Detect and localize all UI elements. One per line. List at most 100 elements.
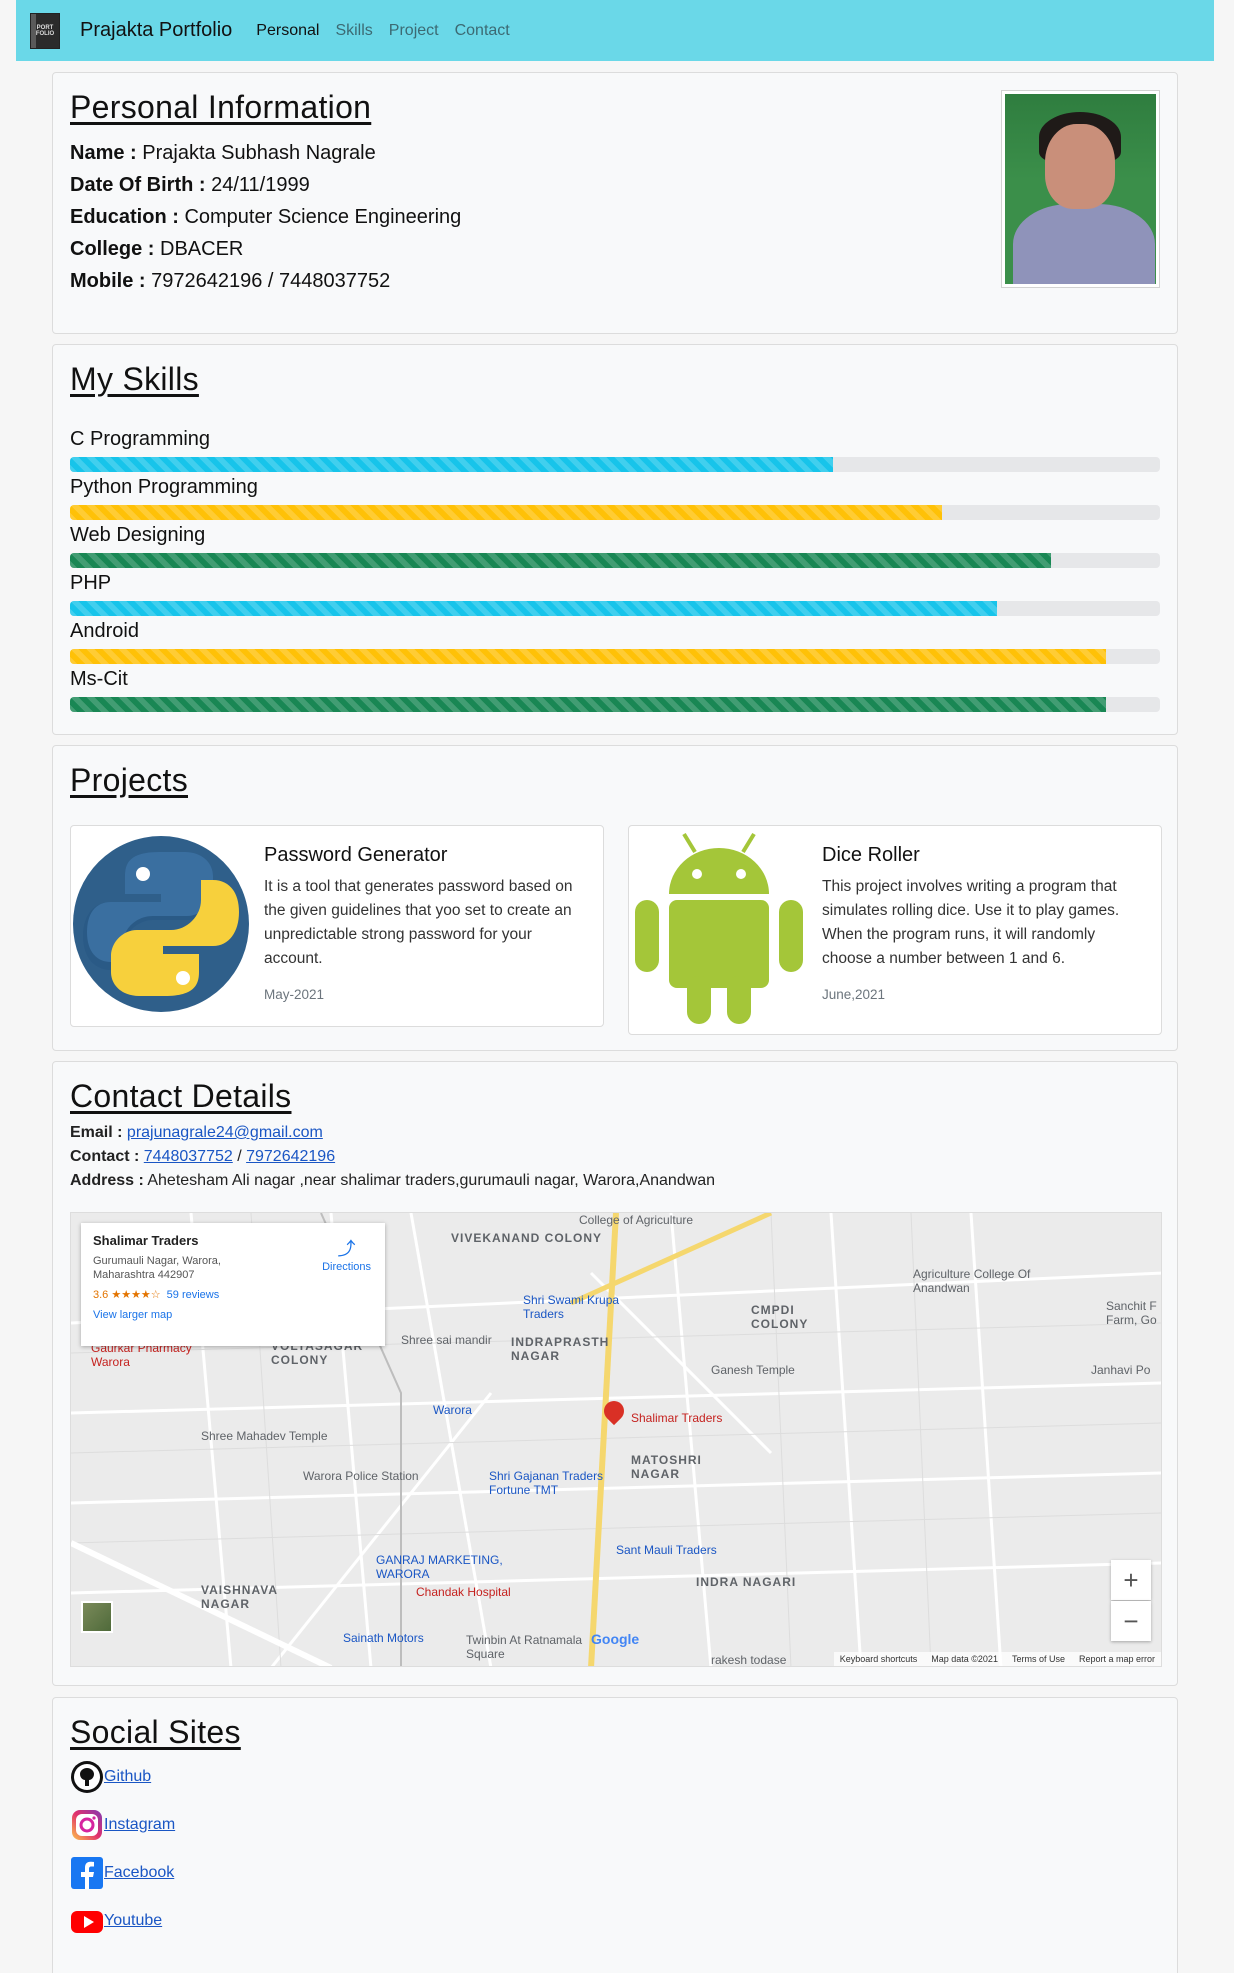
project-body: Password Generator It is a tool that gen… bbox=[264, 844, 589, 1002]
info-mobile: Mobile : 7972642196 / 7448037752 bbox=[70, 270, 391, 292]
social-item-github: Github bbox=[70, 1753, 1160, 1801]
map-label: Warora bbox=[433, 1403, 472, 1417]
skill-progress bbox=[70, 457, 1160, 472]
youtube-link[interactable]: Youtube bbox=[104, 1912, 162, 1930]
instagram-link[interactable]: Instagram bbox=[104, 1816, 175, 1834]
map-label: INDRAPRASTH NAGAR bbox=[511, 1335, 610, 1363]
phone-link-2[interactable]: 7972642196 bbox=[246, 1148, 335, 1165]
nav-link-personal[interactable]: Personal bbox=[256, 22, 319, 40]
skills-section: My Skills C Programming Python Programmi… bbox=[52, 344, 1178, 735]
map-label: MATOSHRI NAGAR bbox=[631, 1453, 702, 1481]
info-name: Name : Prajakta Subhash Nagrale bbox=[70, 142, 376, 164]
map-place-card: Shalimar Traders Gurumauli Nagar, Warora… bbox=[81, 1223, 385, 1346]
skill-label: C Programming bbox=[70, 428, 211, 450]
map-label: VIVEKANAND COLONY bbox=[451, 1231, 603, 1245]
project-date: June,2021 bbox=[822, 987, 886, 1002]
github-link[interactable]: Github bbox=[104, 1768, 151, 1786]
skill-progress-bar bbox=[70, 505, 942, 520]
map-label: Warora Police Station bbox=[303, 1469, 419, 1483]
zoom-out-button[interactable]: − bbox=[1111, 1601, 1151, 1641]
contact-info: Email : prajunagrale24@gmail.com Contact… bbox=[70, 1121, 1160, 1193]
map-label: Sant Mauli Traders bbox=[616, 1543, 717, 1557]
social-section: Social Sites Github Instagram Facebook Y… bbox=[52, 1697, 1178, 1973]
personal-section: Personal Information Name : Prajakta Sub… bbox=[52, 72, 1178, 334]
skill-progress bbox=[70, 649, 1160, 664]
map-label: Janhavi Po bbox=[1091, 1363, 1151, 1377]
map-label: GANRAJ MARKETING, WARORA bbox=[376, 1553, 503, 1581]
map-label: rakesh todase bbox=[711, 1653, 787, 1667]
contact-phone-row: Contact : 7448037752 / 7972642196 bbox=[70, 1148, 336, 1165]
phone-link-1[interactable]: 7448037752 bbox=[144, 1148, 233, 1165]
map-label: CMPDI COLONY bbox=[751, 1303, 809, 1331]
personal-title: Personal Information bbox=[70, 89, 372, 125]
skill-progress bbox=[70, 553, 1160, 568]
map-data-text: Map data ©2021 bbox=[931, 1654, 998, 1664]
skill-label: PHP bbox=[70, 572, 112, 594]
map-label: Shalimar Traders bbox=[631, 1411, 723, 1425]
map-label: Shree Mahadev Temple bbox=[201, 1429, 328, 1443]
map-label: Shree sai mandir bbox=[401, 1333, 492, 1347]
view-larger-map-link[interactable]: View larger map bbox=[93, 1309, 373, 1321]
profile-photo bbox=[1001, 90, 1160, 288]
social-title: Social Sites bbox=[70, 1714, 241, 1750]
map-label: Sainath Motors bbox=[343, 1631, 424, 1645]
social-item-facebook: Facebook bbox=[70, 1849, 1160, 1897]
navbar: PORT FOLIO Prajakta Portfolio Personal S… bbox=[16, 0, 1214, 61]
skill-progress-bar bbox=[70, 649, 1106, 664]
contact-title: Contact Details bbox=[70, 1078, 292, 1114]
skill-item: PHP bbox=[70, 570, 1160, 616]
project-card-dice-roller[interactable]: Dice Roller This project involves writin… bbox=[628, 825, 1162, 1035]
map-label: Sanchit F Farm, Go bbox=[1106, 1299, 1157, 1327]
directions-icon: ⤴ bbox=[337, 1239, 356, 1259]
facebook-icon[interactable] bbox=[70, 1856, 104, 1890]
social-item-youtube: Youtube bbox=[70, 1897, 1160, 1945]
skill-progress-bar bbox=[70, 697, 1106, 712]
map-label: Shri Swami Krupa Traders bbox=[523, 1293, 620, 1321]
map-reviews-link[interactable]: 59 reviews bbox=[167, 1289, 220, 1301]
skill-progress-bar bbox=[70, 457, 833, 472]
contact-section: Contact Details Email : prajunagrale24@g… bbox=[52, 1061, 1178, 1686]
skill-label: Android bbox=[70, 620, 139, 642]
nav-link-skills[interactable]: Skills bbox=[335, 22, 372, 40]
satellite-toggle-button[interactable] bbox=[81, 1601, 113, 1633]
youtube-icon[interactable] bbox=[70, 1904, 104, 1938]
info-dob: Date Of Birth : 24/11/1999 bbox=[70, 174, 310, 196]
google-logo: Google bbox=[591, 1631, 640, 1647]
personal-info: Name : Prajakta Subhash Nagrale Date Of … bbox=[70, 142, 1160, 293]
info-college: College : DBACER bbox=[70, 238, 244, 260]
map-label: Ganesh Temple bbox=[711, 1363, 795, 1377]
brand-title[interactable]: Prajakta Portfolio bbox=[80, 19, 232, 42]
instagram-icon[interactable] bbox=[70, 1808, 104, 1842]
contact-email-row: Email : prajunagrale24@gmail.com bbox=[70, 1124, 323, 1141]
projects-section: Projects Password Generator It is a tool… bbox=[52, 745, 1178, 1051]
info-education: Education : Computer Science Engineering bbox=[70, 206, 462, 228]
project-description: This project involves writing a program … bbox=[822, 878, 1120, 967]
map-place-rating: 3.6 ★★★★☆ 59 reviews bbox=[93, 1289, 220, 1301]
keyboard-shortcuts-link[interactable]: Keyboard shortcuts bbox=[840, 1654, 918, 1664]
facebook-link[interactable]: Facebook bbox=[104, 1864, 174, 1882]
zoom-in-button[interactable]: + bbox=[1111, 1560, 1151, 1600]
skill-progress bbox=[70, 697, 1160, 712]
map-footer: Keyboard shortcuts Map data ©2021 Terms … bbox=[833, 1652, 1161, 1666]
google-map[interactable]: College of Agriculture VIVEKANAND COLONY… bbox=[70, 1212, 1162, 1667]
skill-item: Python Programming bbox=[70, 474, 1160, 520]
skill-progress-bar bbox=[70, 553, 1051, 568]
github-icon[interactable] bbox=[70, 1760, 104, 1794]
portfolio-logo-icon[interactable]: PORT FOLIO bbox=[30, 12, 60, 49]
report-map-error-link[interactable]: Report a map error bbox=[1079, 1654, 1155, 1664]
directions-button[interactable]: ⤴ Directions bbox=[322, 1235, 371, 1273]
project-body: Dice Roller This project involves writin… bbox=[822, 844, 1147, 1002]
nav-link-contact[interactable]: Contact bbox=[455, 22, 510, 40]
social-item-instagram: Instagram bbox=[70, 1801, 1160, 1849]
nav-link-project[interactable]: Project bbox=[389, 22, 439, 40]
terms-of-use-link[interactable]: Terms of Use bbox=[1012, 1654, 1065, 1664]
android-logo-icon bbox=[635, 832, 803, 1024]
python-logo-icon bbox=[73, 836, 249, 1012]
email-link[interactable]: prajunagrale24@gmail.com bbox=[127, 1124, 323, 1141]
project-card-password-generator[interactable]: Password Generator It is a tool that gen… bbox=[70, 825, 604, 1027]
map-label: INDRA NAGARI bbox=[696, 1575, 797, 1589]
map-label: College of Agriculture bbox=[579, 1213, 694, 1227]
map-label: VAISHNAVA NAGAR bbox=[201, 1583, 278, 1611]
project-title: Dice Roller bbox=[822, 844, 920, 866]
map-label: Agriculture College Of Anandwan bbox=[913, 1267, 1031, 1295]
